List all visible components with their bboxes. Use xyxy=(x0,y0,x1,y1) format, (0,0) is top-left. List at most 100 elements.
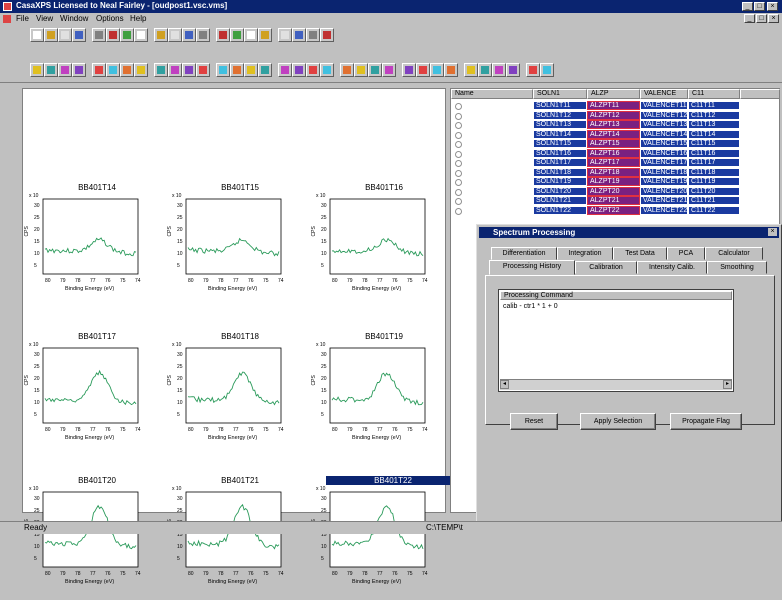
row-indicator-icon[interactable] xyxy=(455,188,462,196)
grid-cell[interactable]: C11T16 xyxy=(688,148,740,158)
tab-pca[interactable]: PCA xyxy=(667,247,705,260)
grid-cell[interactable]: C11T20 xyxy=(688,186,740,196)
doc-close-button[interactable]: × xyxy=(768,14,779,23)
toolbar-button-icon[interactable] xyxy=(368,63,382,77)
row-indicator-icon[interactable] xyxy=(455,207,462,215)
grid-cell[interactable]: SOLN1T17 xyxy=(533,158,587,167)
toolbar-button-icon[interactable] xyxy=(464,63,478,77)
grid-cell[interactable]: C11T12 xyxy=(688,110,740,120)
grid-cell[interactable]: C11T18 xyxy=(688,167,740,177)
toolbar-button-icon[interactable] xyxy=(306,28,320,42)
grid-cell[interactable]: SOLN1T13 xyxy=(533,120,587,129)
toolbar-button-icon[interactable] xyxy=(258,28,272,42)
toolbar-button-icon[interactable] xyxy=(182,63,196,77)
toolbar-button-icon[interactable] xyxy=(134,63,148,77)
toolbar-button-icon[interactable] xyxy=(92,28,106,42)
grid-cell[interactable]: VALENCET16 xyxy=(640,148,688,158)
toolbar-button-icon[interactable] xyxy=(182,28,196,42)
reset-button[interactable]: Reset xyxy=(510,413,558,430)
spectrum-plot[interactable]: x 1030252015105CPS80797877767574Binding … xyxy=(166,480,291,600)
toolbar-button-icon[interactable] xyxy=(106,28,120,42)
grid-cell[interactable]: VALENCET12 xyxy=(640,110,688,120)
toolbar-button-icon[interactable] xyxy=(106,63,120,77)
minimize-button[interactable]: _ xyxy=(742,2,753,11)
spectrum-plot[interactable]: x 1030252015105CPS80797877767574Binding … xyxy=(23,336,148,456)
grid-cell[interactable]: VALENCET17 xyxy=(640,158,688,167)
processing-history-list[interactable]: Processing Command calib - ctr1 * 1 + 0 … xyxy=(498,289,734,392)
grid-cell[interactable]: ALZPT17 xyxy=(587,158,640,167)
menu-help[interactable]: Help xyxy=(130,14,146,23)
tab-test-data[interactable]: Test Data xyxy=(613,247,667,260)
col-header-name[interactable]: Name xyxy=(451,89,533,99)
row-indicator-icon[interactable] xyxy=(455,122,462,129)
close-button[interactable]: × xyxy=(767,2,778,11)
toolbar-button-icon[interactable] xyxy=(430,63,444,77)
menu-window[interactable]: Window xyxy=(60,14,88,23)
toolbar-button-icon[interactable] xyxy=(196,28,210,42)
toolbar-button-icon[interactable] xyxy=(216,63,230,77)
scroll-right-icon[interactable]: ▸ xyxy=(723,380,732,389)
row-indicator-icon[interactable] xyxy=(455,160,462,167)
grid-cell[interactable]: VALENCET14 xyxy=(640,129,688,139)
grid-cell[interactable]: SOLN1T16 xyxy=(533,148,587,158)
toolbar-button-icon[interactable] xyxy=(244,28,258,42)
toolbar-button-icon[interactable] xyxy=(416,63,430,77)
toolbar-button-icon[interactable] xyxy=(216,28,230,42)
toolbar-button-icon[interactable] xyxy=(382,63,396,77)
grid-cell[interactable]: SOLN1T18 xyxy=(533,167,587,177)
col-header-soln1[interactable]: SOLN1 xyxy=(533,89,587,99)
apply-selection-button[interactable]: Apply Selection xyxy=(580,413,656,430)
list-item[interactable]: calib - ctr1 * 1 + 0 xyxy=(503,303,558,310)
grid-cell[interactable]: ALZPT13 xyxy=(587,120,640,129)
toolbar-button-icon[interactable] xyxy=(230,63,244,77)
toolbar-button-icon[interactable] xyxy=(230,28,244,42)
grid-cell[interactable]: ALZPT19 xyxy=(587,177,640,186)
grid-cell[interactable]: C11T15 xyxy=(688,139,740,148)
grid-cell[interactable]: C11T19 xyxy=(688,177,740,186)
grid-cell[interactable]: C11T17 xyxy=(688,158,740,167)
grid-cell[interactable]: VALENCET18 xyxy=(640,167,688,177)
grid-cell[interactable]: VALENCET19 xyxy=(640,177,688,186)
grid-cell[interactable]: ALZPT12 xyxy=(587,110,640,120)
toolbar-button-icon[interactable] xyxy=(168,63,182,77)
tab-smoothing[interactable]: Smoothing xyxy=(707,261,767,274)
tab-differentiation[interactable]: Differentiation xyxy=(491,247,557,260)
grid-cell[interactable]: SOLN1T12 xyxy=(533,110,587,120)
toolbar-button-icon[interactable] xyxy=(258,63,272,77)
grid-cell[interactable]: VALENCET11 xyxy=(640,101,688,110)
grid-cell[interactable]: ALZPT16 xyxy=(587,148,640,158)
grid-cell[interactable]: SOLN1T15 xyxy=(533,139,587,148)
grid-cell[interactable]: VALENCET22 xyxy=(640,205,688,215)
toolbar-button-icon[interactable] xyxy=(540,63,554,77)
grid-cell[interactable]: SOLN1T14 xyxy=(533,129,587,139)
toolbar-button-icon[interactable] xyxy=(402,63,416,77)
propagate-flag-button[interactable]: Propagate Flag xyxy=(670,413,742,430)
spectrum-plot[interactable]: x 1030252015105CPS80797877767574Binding … xyxy=(23,187,148,307)
grid-cell[interactable]: C11T22 xyxy=(688,205,740,215)
toolbar-button-icon[interactable] xyxy=(320,28,334,42)
horizontal-scrollbar[interactable]: ◂ ▸ xyxy=(500,379,732,390)
spectrum-plot[interactable]: x 1030252015105CPS80797877767574Binding … xyxy=(166,187,291,307)
col-header-c11[interactable]: C11 xyxy=(688,89,740,99)
row-indicator-icon[interactable] xyxy=(455,169,462,177)
toolbar-button-icon[interactable] xyxy=(292,28,306,42)
document-icon[interactable] xyxy=(3,15,11,23)
grid-cell[interactable]: ALZPT21 xyxy=(587,196,640,205)
row-indicator-icon[interactable] xyxy=(455,179,462,186)
menu-view[interactable]: View xyxy=(36,14,53,23)
toolbar-button-icon[interactable] xyxy=(44,28,58,42)
menu-options[interactable]: Options xyxy=(96,14,124,23)
row-indicator-icon[interactable] xyxy=(455,141,462,148)
tab-intensity-calib[interactable]: Intensity Calib. xyxy=(637,261,707,274)
spectrum-plot[interactable]: x 1030252015105CPS80797877767574Binding … xyxy=(166,336,291,456)
scroll-left-icon[interactable]: ◂ xyxy=(500,380,509,389)
toolbar-button-icon[interactable] xyxy=(492,63,506,77)
row-indicator-icon[interactable] xyxy=(455,150,462,158)
toolbar-button-icon[interactable] xyxy=(506,63,520,77)
toolbar-button-icon[interactable] xyxy=(58,63,72,77)
toolbar-button-icon[interactable] xyxy=(340,63,354,77)
spectrum-plot[interactable]: x 1030252015105CPS80797877767574Binding … xyxy=(310,187,435,307)
toolbar-button-icon[interactable] xyxy=(58,28,72,42)
list-header[interactable]: Processing Command xyxy=(500,291,732,300)
toolbar-button-icon[interactable] xyxy=(120,63,134,77)
